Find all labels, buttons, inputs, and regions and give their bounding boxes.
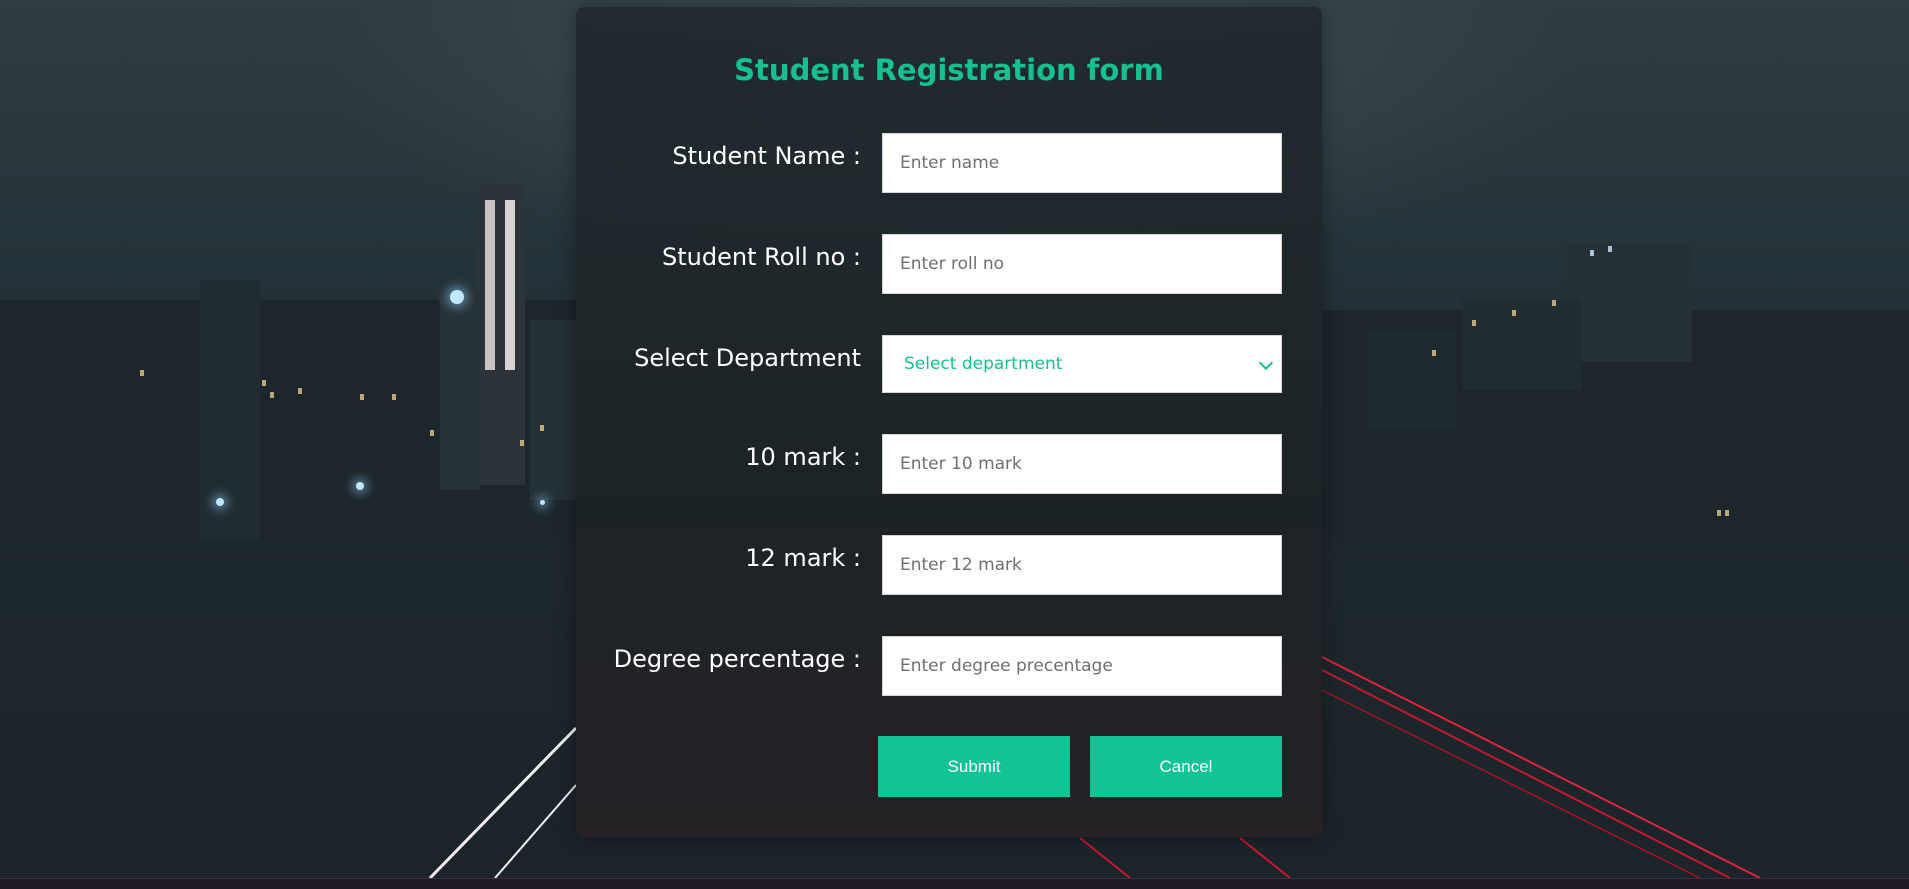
student-roll-input[interactable] [882,234,1282,294]
submit-button[interactable]: Submit [878,736,1070,797]
tenth-mark-input[interactable] [882,434,1282,494]
twelfth-mark-input[interactable] [882,535,1282,595]
department-selected-value: Select department [904,354,1063,374]
twelfth-mark-label: 12 mark : [745,544,861,572]
student-roll-label: Student Roll no : [662,243,861,271]
form-title: Student Registration form [734,53,1164,87]
cancel-button[interactable]: Cancel [1090,736,1282,797]
registration-form-panel: Student Registration form Student Name :… [576,7,1322,837]
chevron-down-icon [1258,355,1274,371]
tenth-mark-label: 10 mark : [745,443,861,471]
degree-percentage-input[interactable] [882,636,1282,696]
department-select[interactable]: Select department [882,335,1282,393]
student-name-label: Student Name : [672,142,861,170]
bottom-strip [0,878,1909,889]
student-name-input[interactable] [882,133,1282,193]
degree-percentage-label: Degree percentage : [613,645,861,673]
department-label: Select Department [634,344,861,372]
